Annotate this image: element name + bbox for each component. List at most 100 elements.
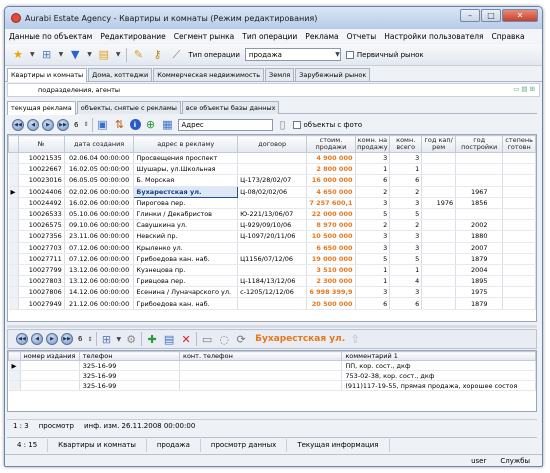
row-marker[interactable] <box>8 370 21 381</box>
paste-icon[interactable]: ▤ <box>521 85 527 93</box>
table-row[interactable]: 10024492 16.02.06 00:00:00 Пирогова пер. 7 … <box>8 197 536 209</box>
first-record-icon[interactable]: ◀◀ <box>12 118 24 131</box>
table-cell[interactable]: 2002 <box>455 219 504 232</box>
menu-data[interactable]: Данные по объектам <box>9 32 92 41</box>
table-cell[interactable]: Ц-1184/13/12/06 <box>237 275 308 288</box>
table-cell[interactable]: с-1205/12/12/06 <box>237 286 308 299</box>
tab-commercial[interactable]: Коммерческая недвижимость <box>153 68 265 81</box>
last-record-icon[interactable]: ▶▶ <box>61 333 73 345</box>
menu-reports[interactable]: Отчеты <box>347 32 377 41</box>
col-phone[interactable]: телефон <box>78 351 181 361</box>
table-cell[interactable]: 3 <box>355 242 391 254</box>
spin-icon[interactable]: ⇕ <box>87 336 92 343</box>
detail-count[interactable]: 6 <box>78 335 82 343</box>
table-cell[interactable] <box>502 253 536 265</box>
table-cell[interactable]: Невский пр. <box>133 230 239 243</box>
table-cell[interactable]: 3 <box>389 197 423 209</box>
minimize-button[interactable]: – <box>460 9 480 22</box>
table-cell[interactable]: 2 300 000 <box>306 275 356 288</box>
key-icon[interactable]: ⚷ <box>151 48 165 62</box>
chevron-down-icon[interactable]: ▼ <box>30 51 35 58</box>
table-cell[interactable] <box>502 219 536 232</box>
table-cell[interactable]: Ц1156/07/12/06 <box>237 253 308 265</box>
table-cell[interactable]: 1967 <box>455 186 504 198</box>
table-cell[interactable]: 1 <box>355 163 391 176</box>
table-cell[interactable] <box>421 230 457 243</box>
table-cell[interactable] <box>237 152 308 165</box>
folder-icon[interactable]: ▤ <box>97 48 111 62</box>
table-cell[interactable]: Глинки / Декабристов <box>133 208 239 221</box>
table-cell[interactable]: 3 <box>355 152 391 165</box>
table-cell[interactable]: 7 257 600,1 <box>306 197 356 209</box>
row-marker[interactable] <box>8 208 19 221</box>
table-cell[interactable]: Б. Морская <box>133 174 239 187</box>
table-cell[interactable] <box>455 208 504 221</box>
table-cell[interactable]: 16.02.05 00:00:00 <box>64 163 135 176</box>
table-cell[interactable]: 3 <box>389 242 423 254</box>
table-cell[interactable]: 3 <box>355 197 391 209</box>
tab-houses[interactable]: Дома, коттеджи <box>88 68 153 81</box>
col-readiness[interactable]: степень готовн <box>502 135 536 153</box>
table-cell[interactable]: 3 <box>389 286 423 299</box>
close-button[interactable]: ✕ <box>502 9 538 22</box>
menu-settings[interactable]: Настройки пользователя <box>384 32 483 41</box>
table-row[interactable]: 10027799 13.12.06 00:00:00 Кузнецова пр. 3 … <box>8 264 536 277</box>
chevron-down-icon[interactable]: ▼ <box>116 51 121 58</box>
record-count[interactable]: 6 <box>74 121 78 129</box>
row-marker[interactable] <box>8 286 19 299</box>
tab-all-objects[interactable]: все объекты базы данных <box>181 101 280 114</box>
table-cell[interactable] <box>455 174 504 187</box>
table-cell[interactable]: 1895 <box>455 275 504 288</box>
table-cell[interactable] <box>20 380 80 391</box>
checkbox-box[interactable] <box>345 50 354 59</box>
col-contract[interactable]: договор <box>237 135 308 153</box>
table-cell[interactable]: 3 510 000 <box>306 264 356 277</box>
table-row[interactable]: 10021535 02.06.04 00:00:00 Просвещения про… <box>8 152 536 165</box>
table-cell[interactable]: 10024406 <box>18 186 65 198</box>
row-marker[interactable] <box>8 174 19 187</box>
address-search-input[interactable]: Адрес <box>177 118 273 131</box>
table-cell[interactable]: 1 <box>389 264 423 277</box>
operation-select[interactable]: продажа ▼ <box>244 48 341 61</box>
table-cell[interactable]: Бухарестская ул. <box>133 185 239 198</box>
table-cell[interactable] <box>455 152 504 165</box>
col-rooms-sale[interactable]: комн. на продажу <box>354 135 391 153</box>
chevron-down-icon[interactable]: ▼ <box>117 336 122 343</box>
table-cell[interactable]: 2 <box>355 186 391 198</box>
table-cell[interactable] <box>502 297 536 310</box>
row-marker[interactable] <box>8 219 19 232</box>
table-cell[interactable]: Просвещения проспект <box>133 152 239 165</box>
col-number[interactable]: № <box>17 135 65 153</box>
col-address[interactable]: адрес в рекламу <box>133 135 239 153</box>
row-marker[interactable] <box>8 197 19 209</box>
table-cell[interactable]: 10022667 <box>18 163 65 176</box>
services-label[interactable]: Службы <box>500 457 530 465</box>
table-cell[interactable] <box>421 163 457 176</box>
table-cell[interactable]: Шушары, ул.Школьная <box>133 163 239 176</box>
table-cell[interactable] <box>421 186 457 198</box>
table-cell[interactable] <box>502 163 536 176</box>
table-cell[interactable]: 10021535 <box>18 152 65 165</box>
table-cell[interactable]: 1 <box>355 264 391 277</box>
table-cell[interactable]: 1 <box>389 163 423 176</box>
splitter[interactable] <box>7 325 537 328</box>
table-cell[interactable]: 3 <box>389 230 423 243</box>
table-cell[interactable] <box>421 152 457 165</box>
eraser-icon[interactable]: ⟋ <box>170 48 184 62</box>
table-cell[interactable]: 10027799 <box>18 264 65 277</box>
table-cell[interactable] <box>421 297 457 310</box>
chevron-down-icon[interactable]: ▼ <box>87 51 92 58</box>
current-row-marker[interactable]: ▶ <box>8 186 19 198</box>
table-cell[interactable]: 19 000 000 <box>306 253 356 265</box>
table-cell[interactable]: 4 900 000 <box>306 152 356 165</box>
table-row[interactable]: 325-16-99 (911)117-19-55, прямая продажа,… <box>8 380 536 391</box>
table-cell[interactable] <box>502 275 536 288</box>
table-cell[interactable]: 6 998 399,9 <box>306 286 356 299</box>
table-cell[interactable]: 13.12.06 00:00:00 <box>64 264 135 277</box>
table-row[interactable]: 325-16-99 753-02-38, кор. сост., дкф <box>8 370 536 381</box>
table-cell[interactable]: 10026575 <box>18 219 65 232</box>
photo-checkbox[interactable]: объекты с фото <box>292 120 362 129</box>
table-cell[interactable] <box>237 264 308 277</box>
table-cell[interactable] <box>421 264 457 277</box>
table-cell[interactable] <box>502 197 536 209</box>
